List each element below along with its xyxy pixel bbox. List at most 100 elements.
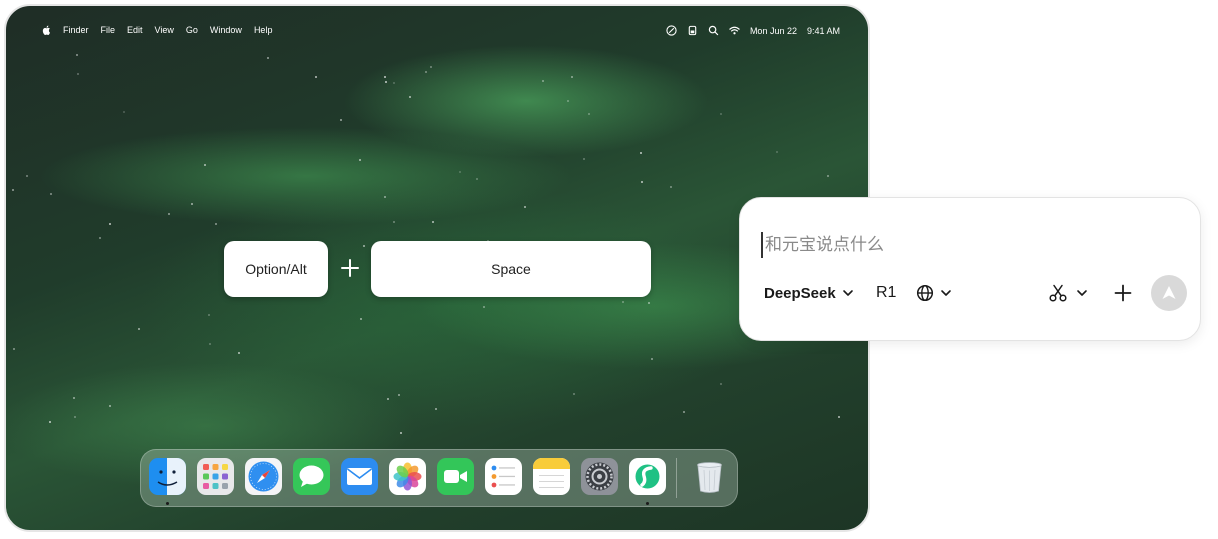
star <box>838 416 840 418</box>
finder-icon[interactable] <box>149 458 186 495</box>
star <box>238 352 240 354</box>
star <box>73 397 75 399</box>
chat-input-panel: DeepSeek R1 <box>739 197 1201 341</box>
space-key: Space <box>371 241 651 297</box>
star <box>363 245 365 247</box>
menu-window[interactable]: Window <box>210 25 242 35</box>
menu-bar: Finder File Edit View Go Window Help Mon… <box>6 6 868 52</box>
star <box>204 164 206 166</box>
apple-logo-icon[interactable] <box>42 25 51 35</box>
trash-icon[interactable] <box>691 458 728 495</box>
star <box>77 73 79 75</box>
model-select[interactable]: DeepSeek <box>764 280 854 306</box>
star <box>267 57 269 59</box>
globe-icon <box>916 284 934 302</box>
space-key-label: Space <box>491 261 531 277</box>
menubar-time[interactable]: 9:41 AM <box>807 26 840 36</box>
yuanbao-icon[interactable] <box>629 458 666 495</box>
star <box>74 416 76 418</box>
star <box>398 394 400 396</box>
menu-finder[interactable]: Finder <box>63 25 89 35</box>
r1-mode-label: R1 <box>876 284 897 301</box>
menu-go[interactable]: Go <box>186 25 198 35</box>
dock <box>140 449 738 507</box>
battery-icon[interactable] <box>687 25 698 36</box>
finder-running-indicator <box>166 502 169 505</box>
menubar-date[interactable]: Mon Jun 22 <box>750 26 797 36</box>
menu-view[interactable]: View <box>155 25 174 35</box>
star <box>588 113 590 115</box>
star <box>567 100 569 102</box>
option-alt-key: Option/Alt <box>224 241 328 297</box>
star <box>393 82 395 84</box>
wifi-icon[interactable] <box>729 25 740 36</box>
screenshot-cut-button[interactable] <box>1048 280 1088 306</box>
option-alt-key-label: Option/Alt <box>245 261 307 277</box>
add-attachment-button[interactable] <box>1113 280 1133 306</box>
star <box>387 398 389 400</box>
chat-input[interactable] <box>761 232 1175 258</box>
star <box>622 301 624 303</box>
reminders-icon[interactable] <box>485 458 522 495</box>
star <box>524 206 526 208</box>
star <box>138 328 140 330</box>
star <box>109 223 111 225</box>
facetime-icon[interactable] <box>437 458 474 495</box>
star <box>109 405 111 407</box>
gear-icon[interactable] <box>581 458 618 495</box>
star <box>459 171 461 173</box>
star <box>13 348 15 350</box>
safari-icon[interactable] <box>245 458 282 495</box>
star <box>409 96 411 98</box>
search-icon[interactable] <box>708 25 719 36</box>
star <box>720 383 722 385</box>
star <box>76 54 78 56</box>
scissors-icon <box>1049 284 1067 302</box>
menu-help[interactable]: Help <box>254 25 273 35</box>
star <box>425 71 427 73</box>
star <box>360 318 362 320</box>
notes-icon[interactable] <box>533 458 570 495</box>
yuanbao-running-indicator <box>646 502 649 505</box>
send-button[interactable] <box>1151 275 1187 311</box>
web-search-toggle[interactable] <box>916 280 952 306</box>
menu-file[interactable]: File <box>101 25 116 35</box>
star <box>99 237 101 239</box>
star <box>393 221 395 223</box>
plus-icon <box>341 259 359 277</box>
r1-mode-toggle[interactable]: R1 <box>876 280 896 306</box>
dock-separator <box>676 458 677 498</box>
star <box>648 302 650 304</box>
model-select-label: DeepSeek <box>764 284 836 302</box>
messages-icon[interactable] <box>293 458 330 495</box>
star <box>215 223 217 225</box>
star <box>26 175 28 177</box>
star <box>476 178 478 180</box>
star <box>340 119 342 121</box>
star <box>542 80 544 82</box>
star <box>50 193 52 195</box>
star <box>168 213 170 215</box>
launchpad-icon[interactable] <box>197 458 234 495</box>
star <box>49 421 51 423</box>
user-circle-icon[interactable] <box>666 25 677 36</box>
star <box>683 411 685 413</box>
photos-icon[interactable] <box>389 458 426 495</box>
menu-edit[interactable]: Edit <box>127 25 143 35</box>
star <box>571 76 573 78</box>
star <box>191 203 193 205</box>
star <box>208 314 210 316</box>
star <box>400 432 402 434</box>
chevron-down-icon <box>941 290 951 296</box>
star <box>435 408 437 410</box>
star <box>670 186 672 188</box>
star <box>385 81 387 83</box>
star <box>641 181 643 183</box>
star <box>384 196 386 198</box>
star <box>583 158 585 160</box>
star <box>384 76 386 78</box>
star <box>827 175 829 177</box>
star <box>123 111 125 113</box>
mail-icon[interactable] <box>341 458 378 495</box>
star <box>776 151 778 153</box>
